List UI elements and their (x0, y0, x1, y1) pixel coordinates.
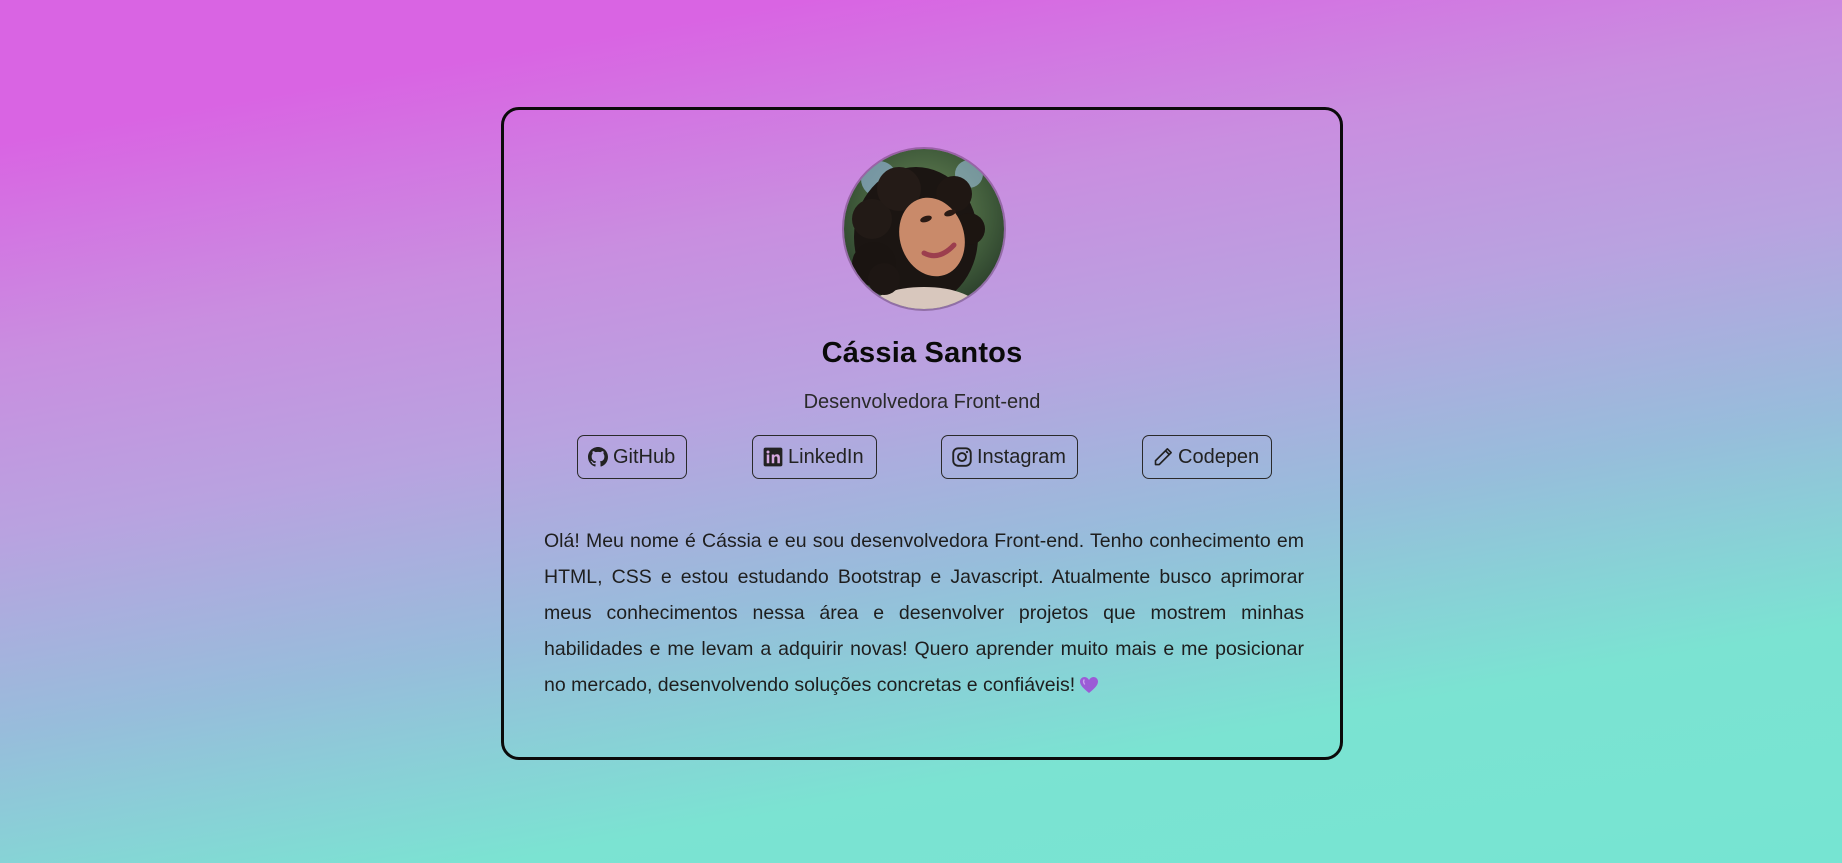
bio-text: Olá! Meu nome é Cássia e eu sou desenvol… (544, 530, 1304, 696)
github-link[interactable]: GitHub (577, 435, 687, 479)
profile-card: Cássia Santos Desenvolvedora Front-end G… (501, 107, 1343, 760)
instagram-icon (952, 447, 972, 467)
instagram-link[interactable]: Instagram (941, 435, 1078, 479)
linkedin-icon (763, 447, 783, 467)
bio-paragraph: Olá! Meu nome é Cássia e eu sou desenvol… (544, 523, 1304, 703)
linkedin-link[interactable]: LinkedIn (752, 435, 877, 479)
codepen-link[interactable]: Codepen (1142, 435, 1272, 479)
github-icon (588, 447, 608, 467)
github-label: GitHub (613, 445, 676, 468)
purple-heart-icon (1080, 677, 1099, 693)
profile-name: Cássia Santos (821, 337, 1023, 369)
linkedin-label: LinkedIn (788, 445, 864, 468)
avatar (844, 149, 1004, 309)
profile-role: Desenvolvedora Front-end (803, 391, 1041, 413)
avatar-photo (844, 149, 1004, 309)
pencil-icon (1154, 448, 1172, 466)
instagram-label: Instagram (977, 445, 1066, 468)
codepen-label: Codepen (1178, 445, 1260, 468)
